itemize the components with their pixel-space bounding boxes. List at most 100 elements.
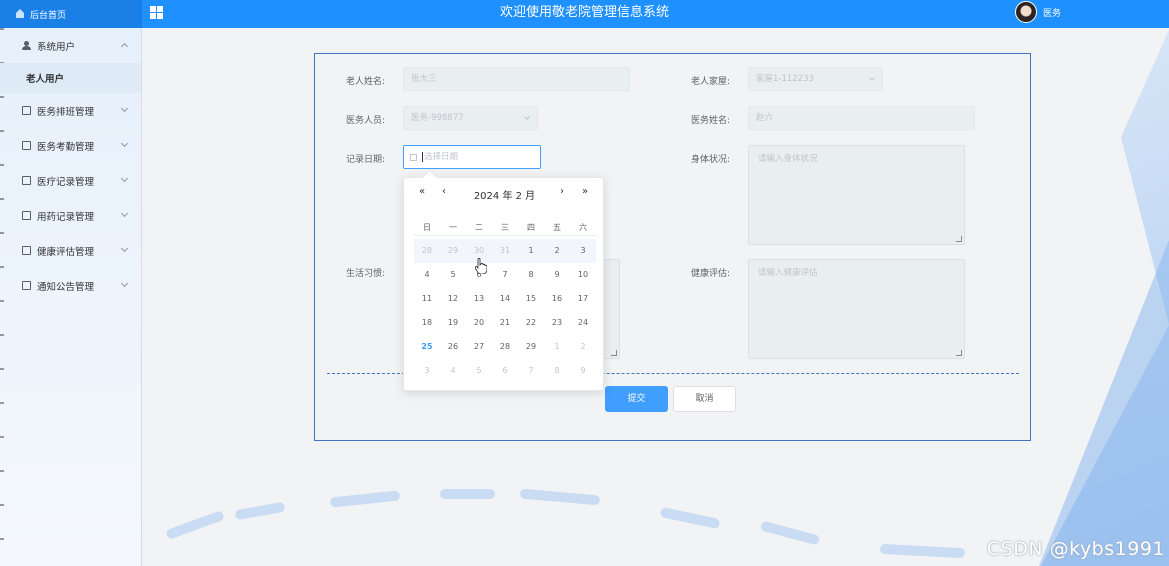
day-cell[interactable]: 24	[570, 311, 596, 335]
day-cell[interactable]: 2	[570, 335, 596, 359]
background-dash	[440, 489, 495, 499]
weekday-label: 五	[553, 223, 561, 232]
day-cell[interactable]: 1	[518, 239, 544, 263]
submit-button[interactable]: 提交	[605, 386, 668, 412]
sidebar-item-medic-attendance[interactable]: 医务考勤管理	[0, 128, 141, 163]
day-cell[interactable]: 3	[414, 359, 440, 383]
elder-room-label: 老人家屋:	[690, 77, 730, 87]
background-dash	[165, 510, 225, 540]
day-cell[interactable]: 9	[570, 359, 596, 383]
resize-handle-icon[interactable]	[956, 350, 962, 356]
record-date-label: 记录日期:	[345, 155, 385, 165]
system-title: 欢迎使用敬老院管理信息系统	[499, 5, 669, 20]
day-cell[interactable]: 7	[492, 263, 518, 287]
weekday-label: 二	[475, 223, 483, 232]
medic-name-field[interactable]: 赵六	[748, 106, 975, 130]
weekday-header: 日 一 二 三 四 五 六	[414, 222, 596, 233]
sidebar-item-label: 医务考勤管理	[37, 141, 95, 153]
background-dash	[329, 490, 401, 508]
sidebar-item-label: 系统用户	[37, 41, 76, 53]
resize-handle-icon[interactable]	[611, 350, 617, 356]
medic-select[interactable]: 医务-998877	[403, 106, 538, 130]
day-cell[interactable]: 12	[440, 287, 466, 311]
day-cell[interactable]: 31	[492, 239, 518, 263]
chevron-down-icon	[120, 104, 129, 113]
user-name: 医务	[1042, 8, 1061, 19]
chevron-down-icon	[120, 209, 129, 218]
day-cell[interactable]: 8	[544, 359, 570, 383]
day-cell[interactable]: 5	[466, 359, 492, 383]
sidebar-item-system-users[interactable]: 系统用户	[0, 28, 141, 63]
day-cell[interactable]: 22	[518, 311, 544, 335]
day-cell[interactable]: 18	[414, 311, 440, 335]
sidebar-item-label: 通知公告管理	[37, 281, 95, 293]
day-cell[interactable]: 13	[466, 287, 492, 311]
habit-label: 生活习惯:	[345, 269, 385, 279]
user-menu[interactable]: 医务	[1014, 1, 1061, 23]
record-date-input[interactable]: 选择日期	[403, 145, 541, 169]
day-cell[interactable]: 8	[518, 263, 544, 287]
medic-value: 医务-998877	[411, 113, 464, 123]
background-shape	[1039, 240, 1169, 566]
sidebar-item-elder-users[interactable]: 老人用户	[0, 63, 141, 93]
day-cell[interactable]: 23	[544, 311, 570, 335]
day-cell[interactable]: 1	[544, 335, 570, 359]
day-cell[interactable]: 29	[440, 239, 466, 263]
day-cell[interactable]: 25	[414, 335, 440, 359]
document-icon	[22, 211, 31, 220]
date-picker-popup: « ‹ 2024 年 2 月 › » 日 一 二 三 四 五 六 28 29 30 3…	[403, 177, 604, 391]
date-picker-header: « ‹ 2024 年 2 月 › »	[404, 186, 605, 204]
day-cell[interactable]: 4	[414, 263, 440, 287]
cancel-button[interactable]: 取消	[673, 386, 736, 412]
day-cell[interactable]: 5	[440, 263, 466, 287]
resize-handle-icon[interactable]	[956, 236, 962, 242]
next-year-button[interactable]: »	[582, 186, 588, 197]
day-cell[interactable]: 7	[518, 359, 544, 383]
body-label: 身体状况:	[690, 155, 730, 165]
document-icon	[22, 246, 31, 255]
day-cell[interactable]: 28	[492, 335, 518, 359]
day-cell[interactable]: 15	[518, 287, 544, 311]
day-cell[interactable]: 17	[570, 287, 596, 311]
day-cell[interactable]: 10	[570, 263, 596, 287]
day-cell[interactable]: 29	[518, 335, 544, 359]
day-cell[interactable]: 9	[544, 263, 570, 287]
health-placeholder: 请输入健康评估	[758, 268, 818, 278]
day-cell[interactable]: 16	[544, 287, 570, 311]
sidebar-item-medication-records[interactable]: 用药记录管理	[0, 198, 141, 233]
background-dash	[659, 506, 721, 530]
day-cell[interactable]: 28	[414, 239, 440, 263]
health-textarea[interactable]: 请输入健康评估	[748, 259, 965, 359]
sidebar-item-label: 用药记录管理	[37, 211, 95, 223]
day-cell[interactable]: 3	[570, 239, 596, 263]
day-cell[interactable]: 26	[440, 335, 466, 359]
document-icon	[22, 106, 31, 115]
sidebar-item-medical-records[interactable]: 医疗记录管理	[0, 163, 141, 198]
day-cell[interactable]: 4	[440, 359, 466, 383]
day-cell[interactable]: 2	[544, 239, 570, 263]
weekday-label: 日	[423, 223, 431, 232]
day-cell[interactable]: 19	[440, 311, 466, 335]
day-cell[interactable]: 6	[492, 359, 518, 383]
hand-pointer-icon	[475, 258, 487, 274]
day-cell[interactable]: 20	[466, 311, 492, 335]
sidebar-item-label: 老人用户	[26, 74, 65, 85]
sidebar-item-health-assessment[interactable]: 健康评估管理	[0, 233, 141, 268]
weekday-label: 三	[501, 223, 509, 232]
chevron-down-icon	[869, 75, 875, 81]
day-cell[interactable]: 21	[492, 311, 518, 335]
day-cell[interactable]: 11	[414, 287, 440, 311]
sidebar-item-medic-schedule[interactable]: 医务排班管理	[0, 93, 141, 128]
body-textarea[interactable]: 请输入身体状况	[748, 145, 965, 245]
document-icon	[22, 176, 31, 185]
next-month-button[interactable]: ›	[560, 186, 564, 197]
document-icon	[22, 141, 31, 150]
body-placeholder: 请输入身体状况	[758, 154, 818, 164]
elder-name-field[interactable]: 张大三	[403, 67, 630, 91]
day-cell[interactable]: 27	[466, 335, 492, 359]
background-dash	[879, 543, 966, 559]
watermark: CSDN @kybs1991	[986, 538, 1165, 560]
day-cell[interactable]: 14	[492, 287, 518, 311]
sidebar-item-notices[interactable]: 通知公告管理	[0, 268, 141, 303]
elder-room-select[interactable]: 家屋1-112233	[748, 67, 883, 91]
